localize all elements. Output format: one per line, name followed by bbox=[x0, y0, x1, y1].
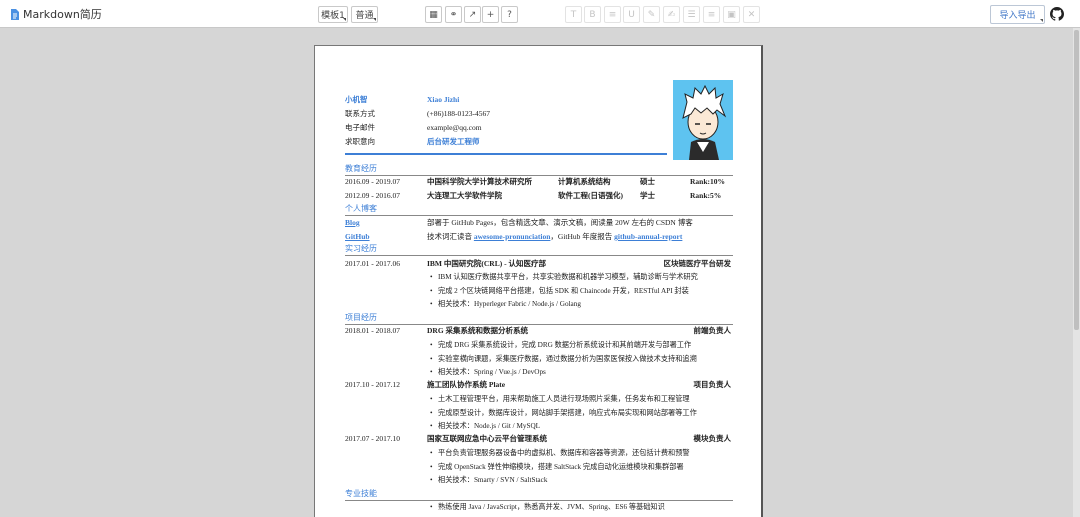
section-blog: 个人博客 bbox=[345, 204, 377, 213]
scrollbar-thumb[interactable] bbox=[1074, 30, 1079, 330]
align-icon[interactable]: ≡ bbox=[703, 6, 720, 23]
export-label: 导入导出 bbox=[999, 11, 1036, 21]
edu-major: 软件工程(日语强化) bbox=[558, 191, 623, 200]
github-link[interactable]: GitHub bbox=[345, 232, 370, 242]
text-icon[interactable]: T bbox=[565, 6, 582, 23]
list-item: 相关技术：Smarty / SVN / SaltStack bbox=[430, 475, 547, 485]
edu-rank: Rank:5% bbox=[690, 191, 722, 200]
underline-icon[interactable]: U bbox=[623, 6, 640, 23]
image-icon[interactable]: ▣ bbox=[723, 6, 740, 23]
template-select[interactable]: 模板1 bbox=[318, 6, 348, 23]
name-value: Xiao Jizhi bbox=[427, 95, 460, 104]
paint-icon[interactable]: ⚭ bbox=[445, 6, 462, 23]
list-item: 相关技术：Hyperleger Fabric / Node.js / Golan… bbox=[430, 299, 581, 309]
list-item: 完成 2 个区块链网络平台搭建，包括 SDK 和 Chaincode 开发，RE… bbox=[430, 286, 689, 296]
expand-icon[interactable]: ↗ bbox=[464, 6, 481, 23]
edu-major: 计算机系统结构 bbox=[558, 177, 611, 186]
github-icon[interactable] bbox=[1050, 6, 1064, 25]
template-label: 模板1 bbox=[321, 11, 345, 21]
export-button[interactable]: 导入导出 bbox=[990, 5, 1045, 24]
section-divider bbox=[345, 255, 733, 256]
list-item: 实验室横向课题，采集医疗数据，通过数据分析为国家医保按入做技术支持和追溯 bbox=[430, 354, 697, 364]
internship-role: 区块链医疗平台研发 bbox=[663, 259, 732, 268]
toolbar: Markdown简历 模板1 普通 ▦ ⚭ ↗ + ? T B ≡ U ✎ ✍ … bbox=[0, 0, 1080, 28]
project-title: 施工团队协作系统 Plate bbox=[427, 380, 506, 389]
project-title: 国家互联网应急中心云平台管理系统 bbox=[427, 434, 547, 443]
intent-value: 后台研发工程师 bbox=[427, 137, 480, 146]
edu-degree: 学士 bbox=[640, 191, 655, 200]
email-value: example@qq.com bbox=[427, 123, 482, 132]
blog-text: 部署于 GitHub Pages，包含精选文章、演示文稿，阅读量 20W 左右的… bbox=[427, 218, 693, 227]
name-label: 小机智 bbox=[345, 95, 368, 104]
list-item: 完成 OpenStack 弹性伸缩模块，搭建 SaltStack 完成自动化运维… bbox=[430, 462, 684, 472]
github-text: ，GitHub 年度报告 bbox=[550, 232, 613, 241]
section-education: 教育经历 bbox=[345, 164, 377, 173]
bold-icon[interactable]: B bbox=[584, 6, 601, 23]
mode-select[interactable]: 普通 bbox=[351, 6, 378, 23]
list-item: IBM 认知医疗数据共享平台，共享实验数据和机器学习模型，辅助诊断与学术研究 bbox=[430, 272, 698, 282]
github-line: 技术词汇读音 awesome-pronunciation，GitHub 年度报告… bbox=[427, 232, 682, 242]
edu-date: 2012.09 - 2016.07 bbox=[345, 191, 400, 200]
list-item: 土木工程管理平台，用来帮助施工人员进行现场照片采集，任务发布和工程管理 bbox=[430, 394, 690, 404]
markdown-logo-icon bbox=[11, 8, 19, 20]
annual-report-link[interactable]: github-annual-report bbox=[614, 232, 682, 241]
ordered-list-icon[interactable]: ☰ bbox=[683, 6, 700, 23]
section-internship: 实习经历 bbox=[345, 244, 377, 253]
plus-icon[interactable]: + bbox=[482, 6, 499, 23]
mode-label: 普通 bbox=[355, 11, 374, 21]
app-name: Markdown简历 bbox=[23, 8, 102, 21]
section-projects: 项目经历 bbox=[345, 313, 377, 322]
eraser-icon[interactable]: ✎ bbox=[643, 6, 660, 23]
blog-link[interactable]: Blog bbox=[345, 218, 360, 228]
list-item: 平台负责管理服务器设备中的虚拟机、数据库和容器等资源，还包括计费和预警 bbox=[430, 448, 690, 458]
close-icon[interactable]: ✕ bbox=[743, 6, 760, 23]
edu-date: 2016.09 - 2019.07 bbox=[345, 177, 400, 186]
email-label: 电子邮件 bbox=[345, 123, 375, 132]
section-skills: 专业技能 bbox=[345, 489, 377, 498]
list-icon[interactable]: ≡ bbox=[604, 6, 621, 23]
section-divider bbox=[345, 500, 733, 501]
project-date: 2017.07 - 2017.10 bbox=[345, 434, 400, 443]
highlight-icon[interactable]: ✍ bbox=[663, 6, 680, 23]
edu-degree: 硕士 bbox=[640, 177, 655, 186]
list-item: 相关技术：Node.js / Git / MySQL bbox=[430, 421, 540, 431]
layout-icon[interactable]: ▦ bbox=[425, 6, 442, 23]
list-item: 完成原型设计，数据库设计，网站脚手架搭建，响应式布局实现和网站部署等工作 bbox=[430, 408, 697, 418]
avatar bbox=[673, 80, 733, 160]
pronunciation-link[interactable]: awesome-pronunciation bbox=[474, 232, 551, 241]
github-text: 技术词汇读音 bbox=[427, 232, 472, 241]
contact-value: (+86)188-0123-4567 bbox=[427, 109, 490, 118]
edu-school: 大连理工大学软件学院 bbox=[427, 191, 502, 200]
list-item: 熟练使用 Java / JavaScript，熟悉高并发、JVM、Spring、… bbox=[430, 502, 665, 512]
list-item: 完成 DRG 采集系统设计，完成 DRG 数据分析系统设计和其前端开发与部署工作 bbox=[430, 340, 691, 350]
header-divider bbox=[345, 153, 667, 155]
edu-rank: Rank:10% bbox=[690, 177, 726, 186]
project-date: 2017.10 - 2017.12 bbox=[345, 380, 400, 389]
internship-title: IBM 中国研究院(CRL) - 认知医疗部 bbox=[427, 259, 546, 268]
project-role: 项目负责人 bbox=[693, 380, 732, 389]
project-role: 模块负责人 bbox=[693, 434, 732, 443]
section-divider bbox=[345, 324, 733, 325]
section-divider bbox=[345, 215, 733, 216]
list-item: 相关技术：Spring / Vue.js / DevOps bbox=[430, 367, 546, 377]
section-divider bbox=[345, 175, 733, 176]
internship-date: 2017.01 - 2017.06 bbox=[345, 259, 400, 268]
intent-label: 求职意向 bbox=[345, 137, 375, 146]
project-date: 2018.01 - 2018.07 bbox=[345, 326, 400, 335]
resume-page: 小机智 Xiao Jizhi 联系方式 (+86)188-0123-4567 电… bbox=[314, 45, 763, 517]
edu-school: 中国科学院大学计算技术研究所 bbox=[427, 177, 532, 186]
scrollbar[interactable] bbox=[1073, 28, 1080, 517]
help-icon[interactable]: ? bbox=[501, 6, 518, 23]
app-logo[interactable]: Markdown简历 bbox=[10, 6, 102, 22]
contact-label: 联系方式 bbox=[345, 109, 375, 118]
project-title: DRG 采集系统和数据分析系统 bbox=[427, 326, 529, 335]
project-role: 前端负责人 bbox=[693, 326, 732, 335]
